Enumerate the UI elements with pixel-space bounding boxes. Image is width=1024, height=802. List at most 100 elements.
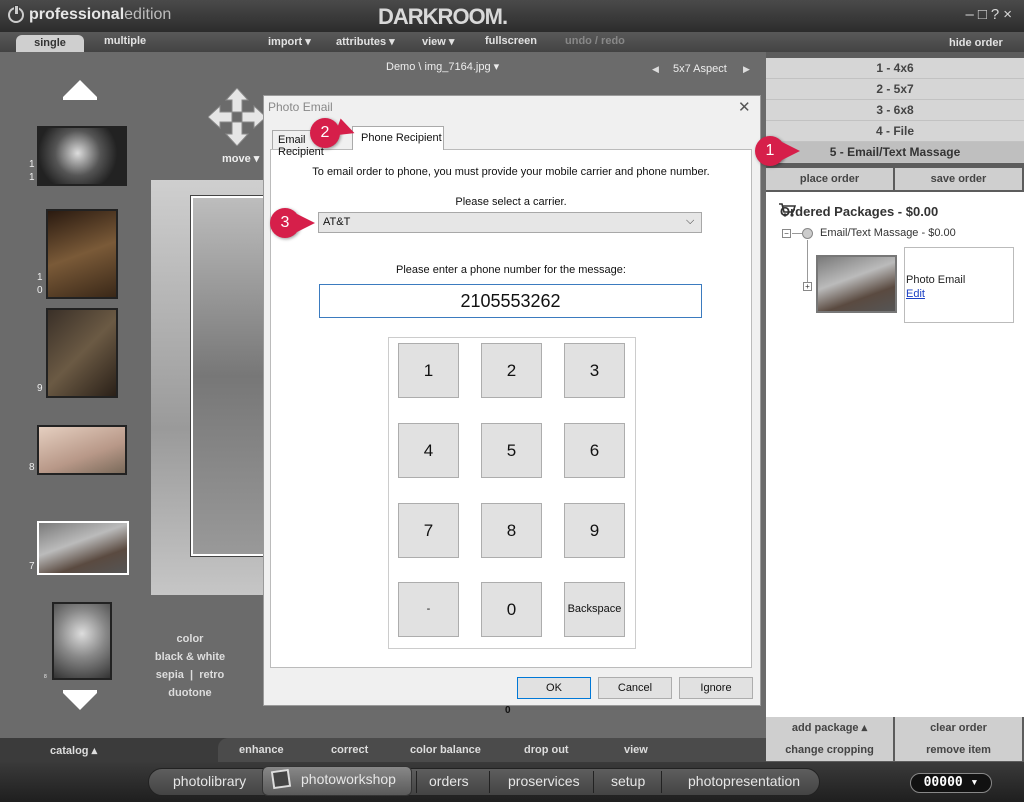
crop-frame[interactable]	[190, 195, 272, 557]
key-6[interactable]: 6	[564, 423, 625, 478]
move-label[interactable]: move ▾	[222, 152, 259, 165]
menu-attributes[interactable]: attributes ▾	[336, 35, 395, 48]
package-node-icon	[802, 228, 813, 239]
ignore-button[interactable]: Ignore	[679, 677, 753, 699]
key-5[interactable]: 5	[481, 423, 542, 478]
filmstrip-number-2: 1 0	[37, 272, 43, 296]
sepia-option[interactable]: sepia	[156, 669, 184, 681]
nav-photoworkshop[interactable]: photoworkshop	[301, 771, 396, 787]
ordered-packages-title: Ordered Packages - $0.00	[780, 204, 939, 219]
package-6x8[interactable]: 3 - 6x8	[766, 100, 1024, 121]
enhance-tab[interactable]: enhance	[239, 744, 284, 756]
place-order-button[interactable]: place order	[766, 168, 893, 190]
key-dash[interactable]: -	[398, 582, 459, 637]
key-backspace[interactable]: Backspace	[564, 582, 625, 637]
color-menu: color black & white sepia | retro duoton…	[140, 630, 240, 702]
tab-multiple[interactable]: multiple	[104, 35, 146, 47]
key-3[interactable]: 3	[564, 343, 625, 398]
order-item-edit-link[interactable]: Edit	[906, 288, 925, 300]
callout-1: 1	[755, 136, 785, 166]
callout-3: 3	[270, 208, 300, 238]
tab-single[interactable]: single	[16, 35, 84, 52]
menu-import[interactable]: import ▾	[268, 35, 311, 48]
aspect-prev-icon[interactable]: ◀	[652, 64, 659, 75]
order-item-name: Photo Email	[906, 274, 966, 286]
dialog-title: Photo Email	[268, 100, 333, 114]
tree-collapse-icon[interactable]: −	[782, 229, 791, 238]
bw-option[interactable]: black & white	[140, 648, 240, 666]
filmstrip-number-1: 1 1	[29, 159, 35, 183]
package-5x7[interactable]: 2 - 5x7	[766, 79, 1024, 100]
nav-photolibrary[interactable]: photolibrary	[173, 773, 246, 789]
aspect-next-icon[interactable]: ▶	[743, 64, 750, 75]
color-balance-tab[interactable]: color balance	[410, 744, 481, 756]
change-cropping-button[interactable]: change cropping	[766, 739, 893, 761]
counter-display[interactable]: 00000 ▾	[910, 773, 992, 793]
aspect-label: 5x7 Aspect	[673, 63, 727, 75]
nav-orders[interactable]: orders	[429, 773, 469, 789]
phone-number-input[interactable]: 2105553262	[319, 284, 702, 318]
close-icon[interactable]: ✕	[738, 98, 751, 116]
cancel-button[interactable]: Cancel	[598, 677, 672, 699]
filmstrip-thumb-2[interactable]	[46, 209, 118, 299]
key-9[interactable]: 9	[564, 503, 625, 558]
view-tab[interactable]: view	[624, 744, 648, 756]
filmstrip-up-bar	[63, 97, 97, 100]
menu-fullscreen[interactable]: fullscreen	[485, 35, 537, 47]
tab-phone-recipient[interactable]: Phone Recipient	[352, 126, 444, 150]
correct-tab[interactable]: correct	[331, 744, 368, 756]
hide-order-button[interactable]: hide order	[949, 37, 1003, 49]
filmstrip-thumb-1[interactable]	[37, 126, 127, 186]
clear-order-button[interactable]: clear order	[895, 717, 1022, 739]
filmstrip-number-3: 9	[37, 383, 43, 394]
ok-button[interactable]: OK	[517, 677, 591, 699]
key-4[interactable]: 4	[398, 423, 459, 478]
package-file[interactable]: 4 - File	[766, 121, 1024, 142]
filmstrip-up-icon[interactable]	[63, 80, 97, 97]
menu-undo-redo[interactable]: undo / redo	[565, 35, 625, 47]
package-entry[interactable]: Email/Text Massage - $0.00	[820, 227, 956, 239]
move-arrows-icon[interactable]	[208, 88, 266, 146]
key-2[interactable]: 2	[481, 343, 542, 398]
window-controls[interactable]: –□?×	[965, 6, 1016, 23]
add-package-button[interactable]: add package ▴	[766, 717, 893, 739]
power-icon[interactable]	[8, 5, 24, 23]
filmstrip-thumb-6[interactable]	[52, 602, 112, 680]
chevron-down-icon[interactable]: ⌵	[686, 215, 694, 228]
filmstrip-thumb-4[interactable]	[37, 425, 127, 475]
catalog-tab[interactable]: catalog ▴	[50, 744, 97, 757]
key-7[interactable]: 7	[398, 503, 459, 558]
phone-label: Please enter a phone number for the mess…	[396, 264, 626, 276]
option-separator: |	[190, 669, 194, 681]
retro-option[interactable]: retro	[199, 669, 224, 681]
color-option[interactable]: color	[140, 630, 240, 648]
package-4x6[interactable]: 1 - 4x6	[766, 58, 1024, 79]
nav-separator	[661, 771, 662, 793]
menu-view[interactable]: view ▾	[422, 35, 454, 48]
app-brand: professional edition	[8, 5, 171, 24]
save-order-button[interactable]: save order	[895, 168, 1022, 190]
brand-main: professional	[29, 6, 125, 23]
filmstrip-down-icon[interactable]	[63, 693, 97, 710]
key-0[interactable]: 0	[481, 582, 542, 637]
callout-3-pointer	[297, 214, 315, 232]
file-path[interactable]: Demo \ img_7164.jpg ▾	[386, 60, 499, 73]
carrier-select[interactable]: AT&T	[318, 212, 702, 233]
key-8[interactable]: 8	[481, 503, 542, 558]
order-item-thumbnail[interactable]	[816, 255, 897, 313]
package-email-text[interactable]: 5 - Email/Text Massage	[766, 142, 1024, 163]
duotone-option[interactable]: duotone	[140, 684, 240, 702]
tree-expand-icon[interactable]: +	[803, 282, 812, 291]
remove-item-button[interactable]: remove item	[895, 739, 1022, 761]
key-1[interactable]: 1	[398, 343, 459, 398]
nav-photopresentation[interactable]: photopresentation	[688, 773, 800, 789]
filmstrip-thumb-3[interactable]	[46, 308, 118, 398]
nav-separator	[489, 771, 490, 793]
filmstrip-number-6: 8	[44, 674, 47, 680]
drop-out-tab[interactable]: drop out	[524, 744, 569, 756]
filmstrip-thumb-5-selected[interactable]	[37, 521, 129, 575]
carrier-label: Please select a carrier.	[455, 196, 567, 208]
nav-setup[interactable]: setup	[611, 773, 645, 789]
status-zero: 0	[505, 705, 511, 716]
nav-proservices[interactable]: proservices	[508, 773, 580, 789]
